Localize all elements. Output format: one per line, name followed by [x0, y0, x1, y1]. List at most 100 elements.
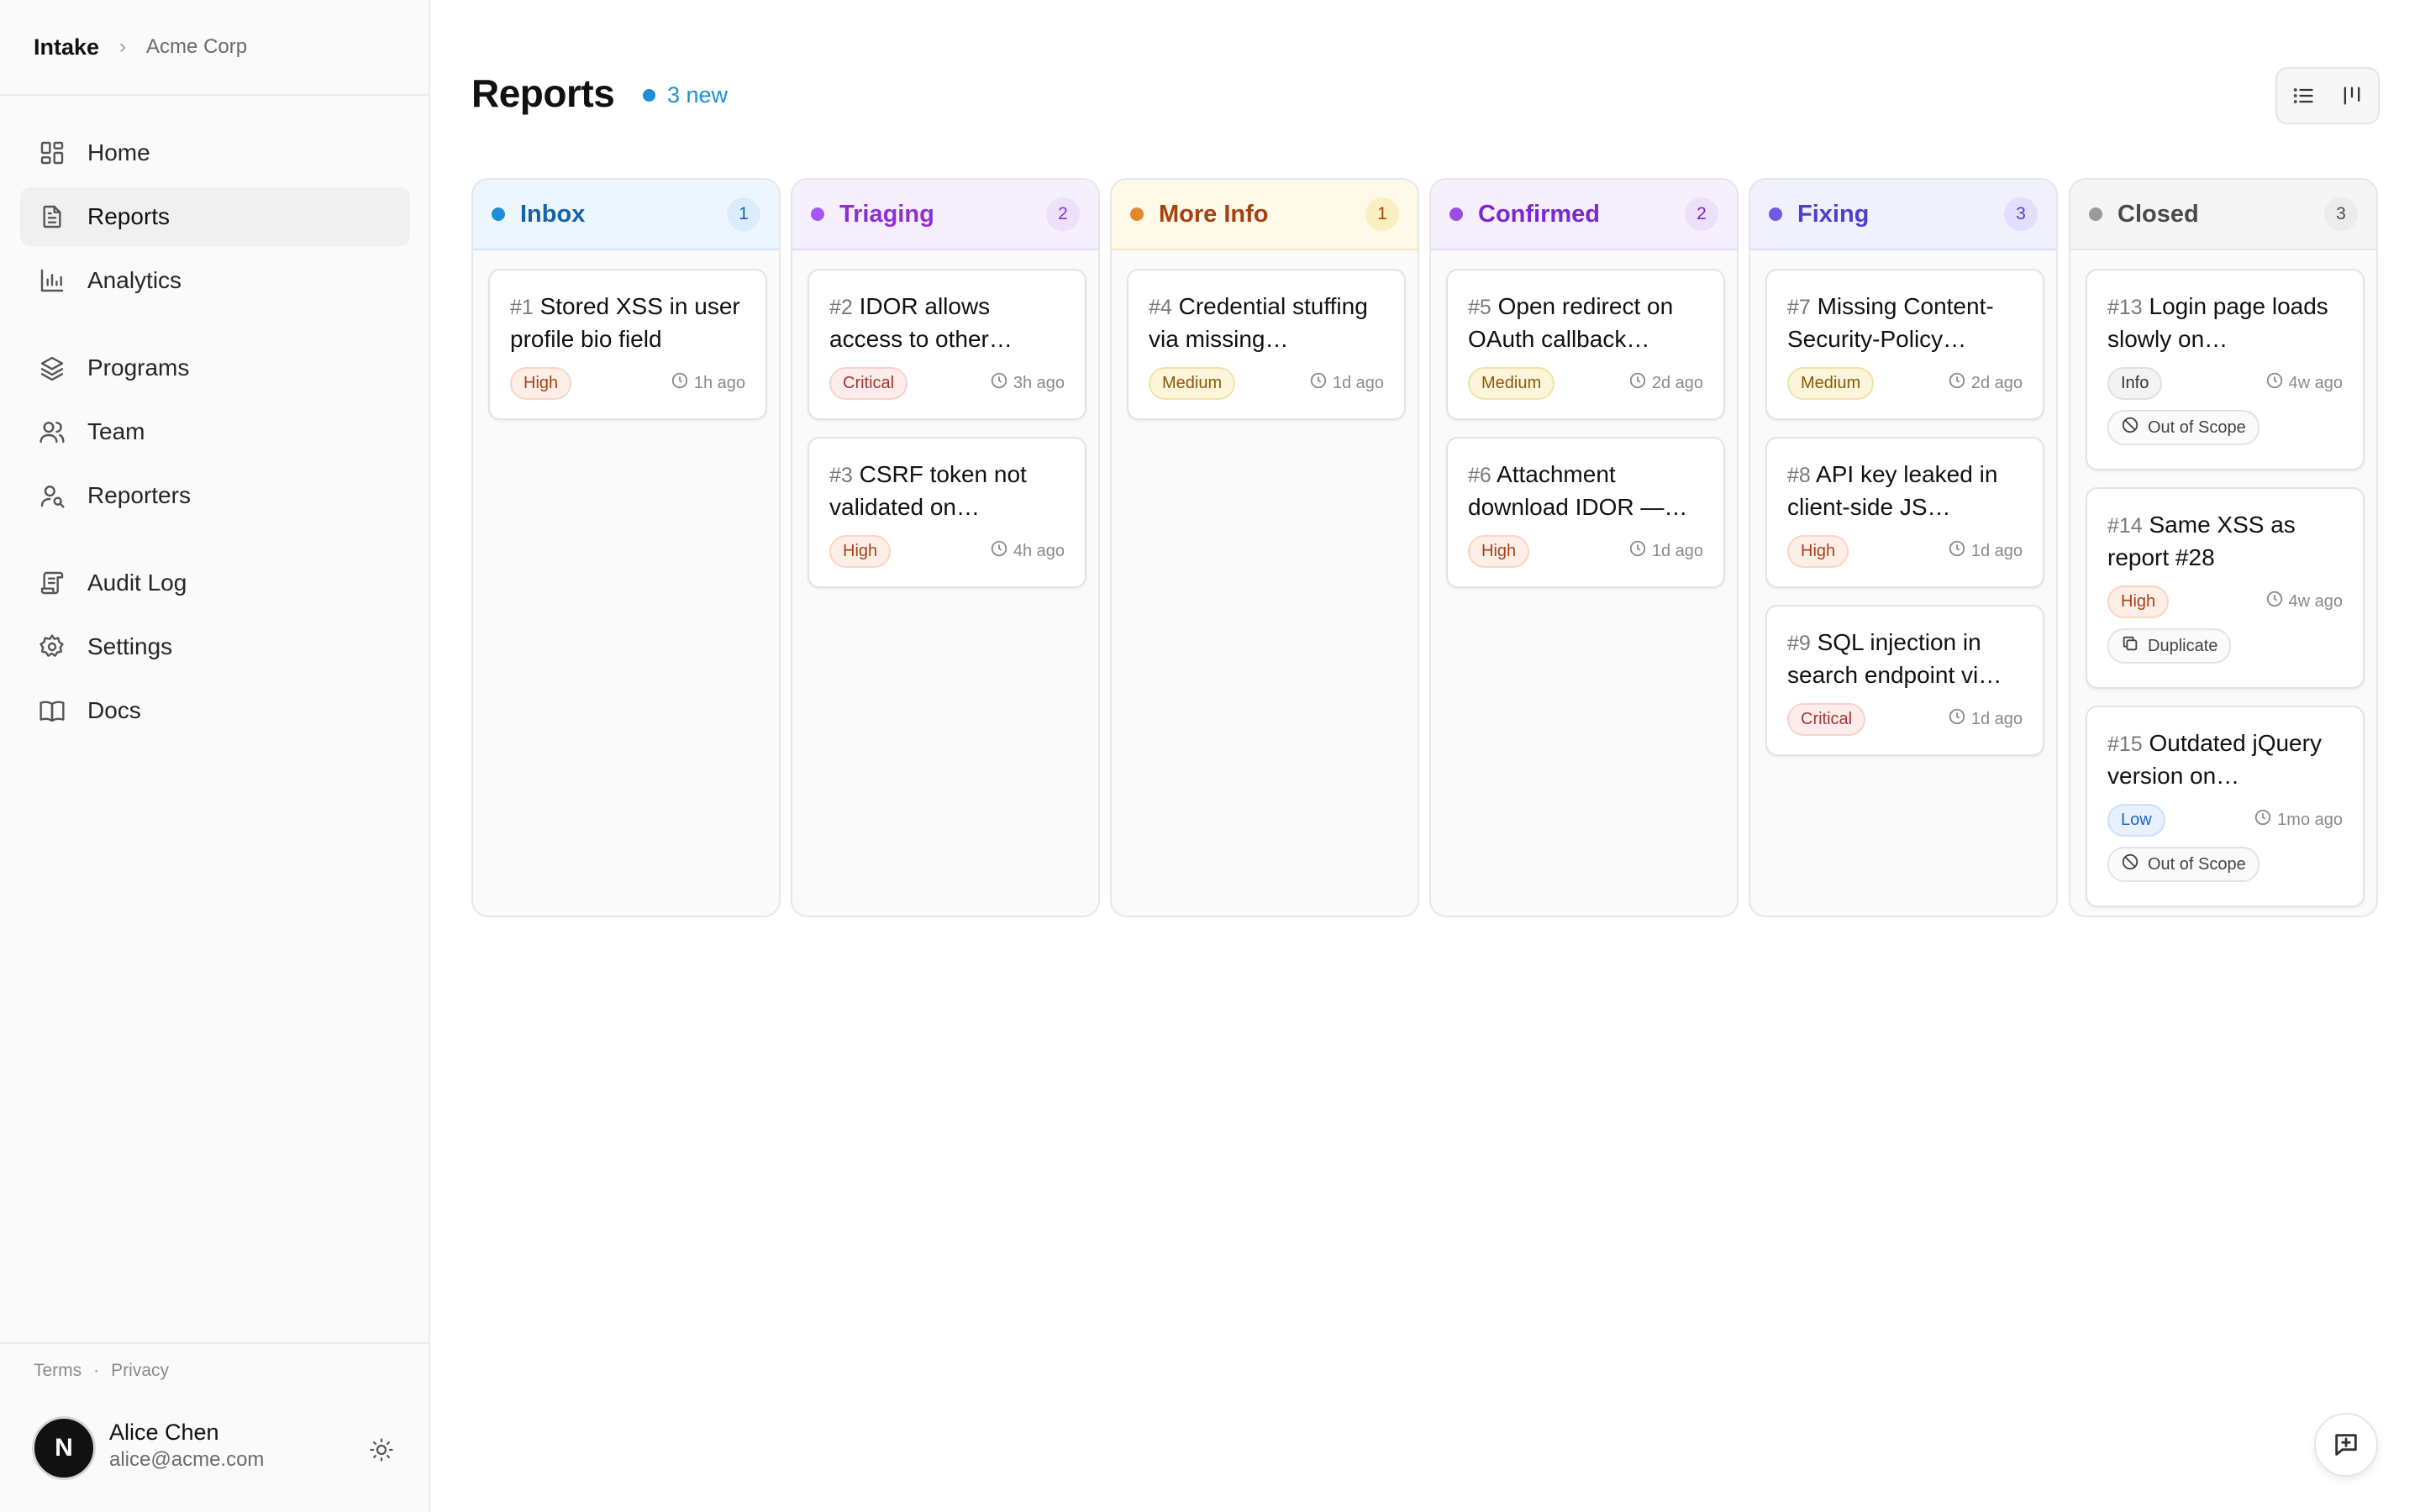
column-inbox: Inbox 1 #1 Stored XSS in user profile bio … — [471, 178, 781, 917]
gear-icon — [39, 633, 66, 660]
card-meta: Critical 3h ago — [829, 366, 1065, 400]
sidebar-item-label: Analytics — [87, 267, 182, 293]
clock-icon — [2265, 590, 2289, 613]
report-number: #2 — [829, 296, 853, 319]
card-meta: Medium 2d ago — [1787, 366, 2023, 400]
sidebar-item-docs[interactable]: Docs — [20, 681, 410, 740]
card-meta: High 1d ago — [1787, 534, 2023, 568]
report-number: #13 — [2107, 296, 2143, 319]
report-card[interactable]: #6 Attachment download IDOR —… High 1d ago — [1446, 437, 1725, 588]
severity-badge: High — [510, 366, 572, 400]
report-number: #9 — [1787, 632, 1811, 655]
report-title: #2 IDOR allows access to other… — [829, 291, 1065, 354]
report-card[interactable]: #8 API key leaked in client-side JS… High… — [1765, 437, 2044, 588]
breadcrumb-separator: › — [119, 35, 127, 58]
report-card[interactable]: #2 IDOR allows access to other… Critical 3… — [808, 269, 1086, 420]
report-card[interactable]: #14 Same XSS as report #28 High 4w ago Dupl… — [2086, 487, 2365, 689]
severity-badge: High — [1468, 534, 1530, 568]
sidebar-item-reports[interactable]: Reports — [20, 187, 410, 246]
sidebar-item-home[interactable]: Home — [20, 123, 410, 182]
severity-badge: Medium — [1468, 366, 1555, 400]
clock-icon — [1309, 371, 1333, 395]
report-card[interactable]: #5 Open redirect on OAuth callback… Mediu… — [1446, 269, 1725, 420]
sidebar-item-label: Audit Log — [87, 570, 187, 596]
avatar[interactable]: N — [32, 1416, 96, 1480]
report-number: #15 — [2107, 732, 2143, 756]
terms-link[interactable]: Terms — [34, 1361, 82, 1381]
column-header: Inbox 1 — [473, 180, 779, 250]
column-count-badge: 1 — [1365, 197, 1399, 231]
report-number: #3 — [829, 464, 853, 487]
report-age: 4w ago — [2265, 590, 2343, 613]
column-more-info: More Info 1 #4 Credential stuffing via mis… — [1110, 178, 1419, 917]
clock-icon — [1948, 371, 1971, 395]
sidebar-item-audit-log[interactable]: Audit Log — [20, 554, 410, 612]
report-number: #8 — [1787, 464, 1811, 487]
report-age-text: 1d ago — [1970, 541, 2023, 560]
report-card[interactable]: #3 CSRF token not validated on… High 4h ag… — [808, 437, 1086, 588]
sidebar: Intake › Acme Corp Home Reports Analytic… — [0, 0, 430, 1512]
sidebar-item-programs[interactable]: Programs — [20, 339, 410, 397]
page-title: Reports — [471, 71, 615, 115]
report-title-text: SQL injection in search endpoint vi… — [1787, 629, 2002, 688]
report-card[interactable]: #1 Stored XSS in user profile bio field H… — [488, 269, 767, 420]
report-title-text: Credential stuffing via missing… — [1149, 293, 1368, 352]
link-separator: · — [93, 1361, 100, 1380]
report-number: #14 — [2107, 514, 2143, 538]
report-age: 1d ago — [1948, 539, 2023, 563]
user-search-icon — [39, 482, 66, 509]
theme-toggle-button[interactable] — [365, 1435, 398, 1468]
list-icon — [2293, 88, 2313, 103]
resolution-badge: Duplicate — [2107, 628, 2232, 664]
privacy-link[interactable]: Privacy — [111, 1361, 169, 1381]
column-title: Inbox — [520, 200, 586, 228]
report-age-text: 1d ago — [1651, 541, 1703, 560]
sidebar-item-team[interactable]: Team — [20, 402, 410, 461]
severity-badge: High — [2107, 585, 2170, 618]
report-card[interactable]: #15 Outdated jQuery version on… Low 1mo ag… — [2086, 706, 2365, 907]
app-name[interactable]: Intake — [34, 34, 99, 60]
report-age: 1d ago — [1309, 371, 1384, 395]
report-card[interactable]: #7 Missing Content-Security-Policy… Mediu… — [1765, 269, 2044, 420]
report-age: 1d ago — [1948, 707, 2023, 731]
feedback-button[interactable] — [2314, 1413, 2378, 1477]
report-age: 1d ago — [1628, 539, 1703, 563]
column-header: Closed 3 — [2070, 180, 2376, 250]
report-card[interactable]: #4 Credential stuffing via missing… Mediu… — [1127, 269, 1406, 420]
report-age-text: 1d ago — [1970, 709, 2023, 728]
report-title-text: Open redirect on OAuth callback… — [1468, 293, 1674, 352]
card-meta: High 1h ago — [510, 366, 745, 400]
new-count-badge[interactable]: 3 new — [643, 82, 728, 108]
org-name[interactable]: Acme Corp — [146, 35, 247, 59]
column-header: Triaging 2 — [792, 180, 1098, 250]
column-title: Fixing — [1797, 200, 1870, 228]
message-plus-icon — [2335, 1434, 2357, 1456]
card-meta: Medium 1d ago — [1149, 366, 1384, 400]
column-triaging: Triaging 2 #2 IDOR allows access to other…… — [791, 178, 1100, 917]
column-header: Confirmed 2 — [1431, 180, 1737, 250]
sidebar-item-analytics[interactable]: Analytics — [20, 251, 410, 310]
list-view-button[interactable] — [2288, 81, 2318, 111]
resolution-text: Duplicate — [2148, 636, 2218, 655]
column-title: Closed — [2118, 200, 2199, 228]
status-dot — [1769, 207, 1782, 221]
report-card[interactable]: #13 Login page loads slowly on… Info 4w ag… — [2086, 269, 2365, 470]
new-indicator-dot — [643, 89, 655, 102]
clock-icon — [1948, 707, 1971, 731]
severity-badge: Critical — [829, 366, 908, 400]
report-card[interactable]: #9 SQL injection in search endpoint vi… C… — [1765, 605, 2044, 756]
sidebar-item-reporters[interactable]: Reporters — [20, 466, 410, 525]
report-age: 1mo ago — [2254, 808, 2343, 832]
column-count-badge: 3 — [2324, 197, 2358, 231]
report-age-text: 2d ago — [1970, 373, 2023, 392]
sidebar-item-label: Docs — [87, 697, 141, 723]
report-age: 4h ago — [990, 539, 1065, 563]
sidebar-item-label: Reports — [87, 203, 171, 229]
sidebar-item-settings[interactable]: Settings — [20, 617, 410, 676]
card-meta: Critical 1d ago — [1787, 702, 2023, 736]
board-icon — [2344, 87, 2360, 105]
sidebar-item-label: Settings — [87, 633, 173, 659]
board-view-button[interactable] — [2337, 81, 2367, 111]
sun-icon — [369, 1437, 394, 1467]
report-number: #5 — [1468, 296, 1491, 319]
